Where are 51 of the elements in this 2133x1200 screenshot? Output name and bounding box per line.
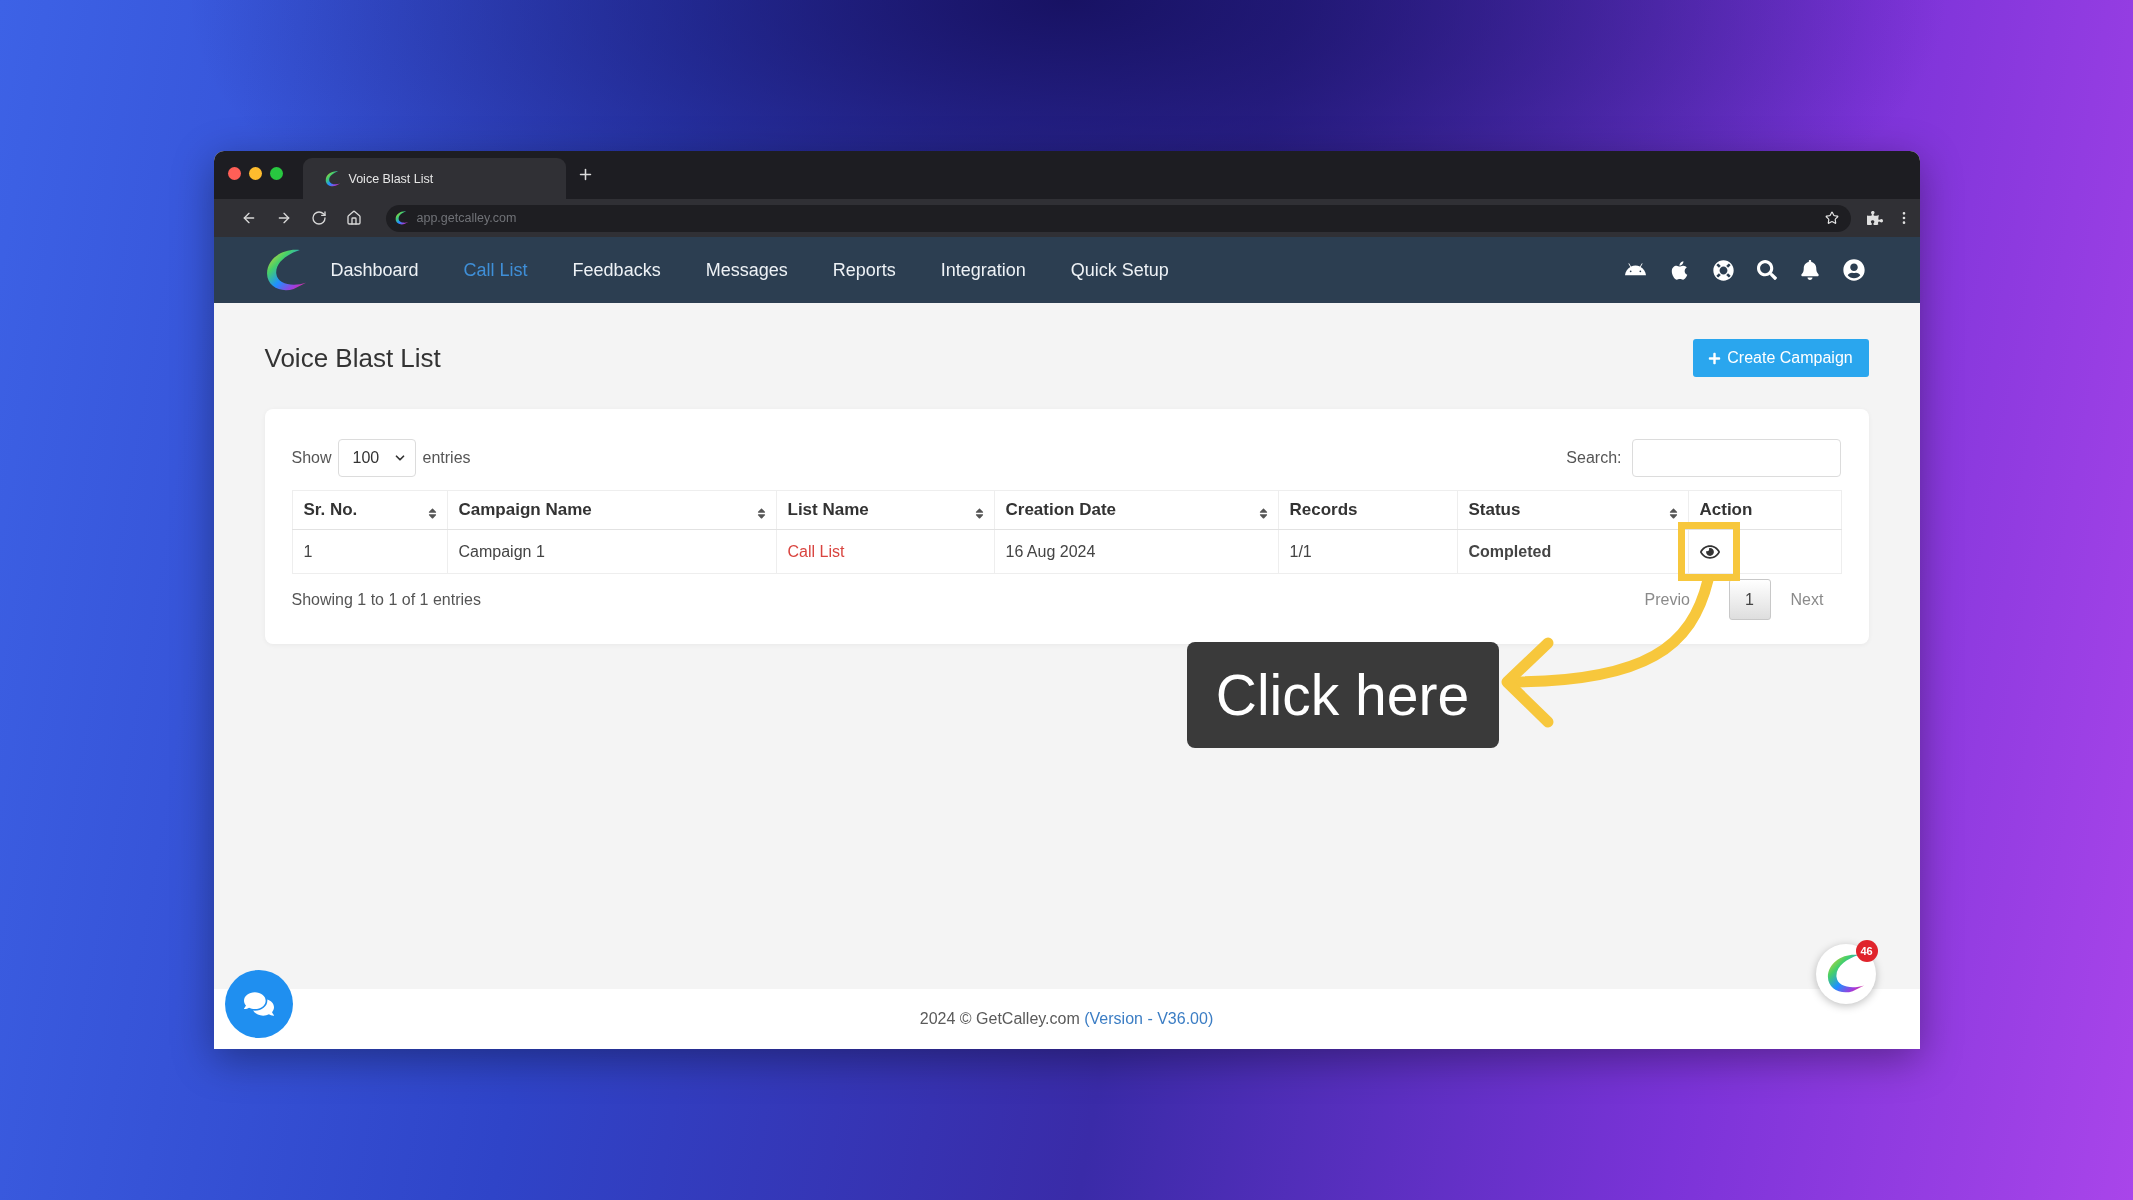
callout-label: Click here xyxy=(1186,642,1499,748)
lifebuoy-icon[interactable] xyxy=(1712,259,1734,281)
puzzle-piece-icon[interactable] xyxy=(1866,210,1883,226)
nav-link[interactable]: Quick Setup xyxy=(1070,259,1169,281)
column-header[interactable]: List Name xyxy=(776,490,994,530)
version-link[interactable]: (Version - V36.00) xyxy=(1084,1010,1214,1027)
nav-link[interactable]: Dashboard xyxy=(330,259,419,281)
crescent-logo-icon xyxy=(324,170,341,187)
table-cell: Campaign 1 xyxy=(447,529,776,574)
page-number-button[interactable]: 1 xyxy=(1728,579,1771,620)
previous-page-button[interactable]: Previo xyxy=(1628,579,1726,620)
nav-link[interactable]: Feedbacks xyxy=(572,259,661,281)
address-field[interactable]: app.getcalley.com xyxy=(385,204,1851,232)
crescent-logo-icon xyxy=(264,248,308,292)
nav-link[interactable]: Integration xyxy=(940,259,1026,281)
table-info-text: Showing 1 to 1 of 1 entries xyxy=(291,590,481,609)
column-header[interactable]: Status xyxy=(1457,490,1688,530)
page-title: Voice Blast List xyxy=(264,342,441,374)
user-avatar-icon[interactable] xyxy=(1842,259,1865,281)
search-icon[interactable] xyxy=(1756,260,1777,280)
nav-link[interactable]: Messages xyxy=(705,259,788,281)
window-minimize-button[interactable] xyxy=(248,166,262,180)
show-label: Show xyxy=(291,449,332,467)
list-name-link[interactable]: Call List xyxy=(787,542,845,560)
browser-tab[interactable]: Voice Blast List xyxy=(302,158,566,199)
column-header: Action xyxy=(1688,490,1841,530)
footer-text: 2024 © GetCalley.com (Version - V36.00) xyxy=(919,1010,1214,1028)
column-header: Records xyxy=(1278,490,1457,530)
column-header[interactable]: Creation Date xyxy=(994,490,1278,530)
entries-label: entries xyxy=(422,449,471,467)
search-label: Search: xyxy=(1566,449,1622,467)
home-icon[interactable] xyxy=(345,210,362,226)
table-cell: 16 Aug 2024 xyxy=(994,529,1278,574)
table-cell: 1 xyxy=(292,529,447,574)
next-page-button[interactable]: Next xyxy=(1773,579,1841,620)
nav-link[interactable]: Reports xyxy=(832,259,896,281)
notification-badge: 46 xyxy=(1855,940,1878,962)
column-header[interactable]: Sr. No. xyxy=(292,490,447,530)
star-icon[interactable] xyxy=(1824,211,1839,225)
crescent-logo-icon xyxy=(394,211,409,225)
chat-bubbles-icon xyxy=(243,989,274,1019)
window-maximize-button[interactable] xyxy=(269,166,283,180)
page-size-select[interactable]: 100 xyxy=(337,439,416,477)
bell-icon[interactable] xyxy=(1799,260,1820,280)
search-field[interactable] xyxy=(1631,439,1841,477)
plus-icon xyxy=(1708,351,1722,365)
reload-icon[interactable] xyxy=(310,210,327,226)
column-header[interactable]: Campaign Name xyxy=(447,490,776,530)
table-cell: 1/1 xyxy=(1278,529,1457,574)
window-close-button[interactable] xyxy=(227,166,241,180)
table-cell: Completed xyxy=(1457,529,1688,574)
